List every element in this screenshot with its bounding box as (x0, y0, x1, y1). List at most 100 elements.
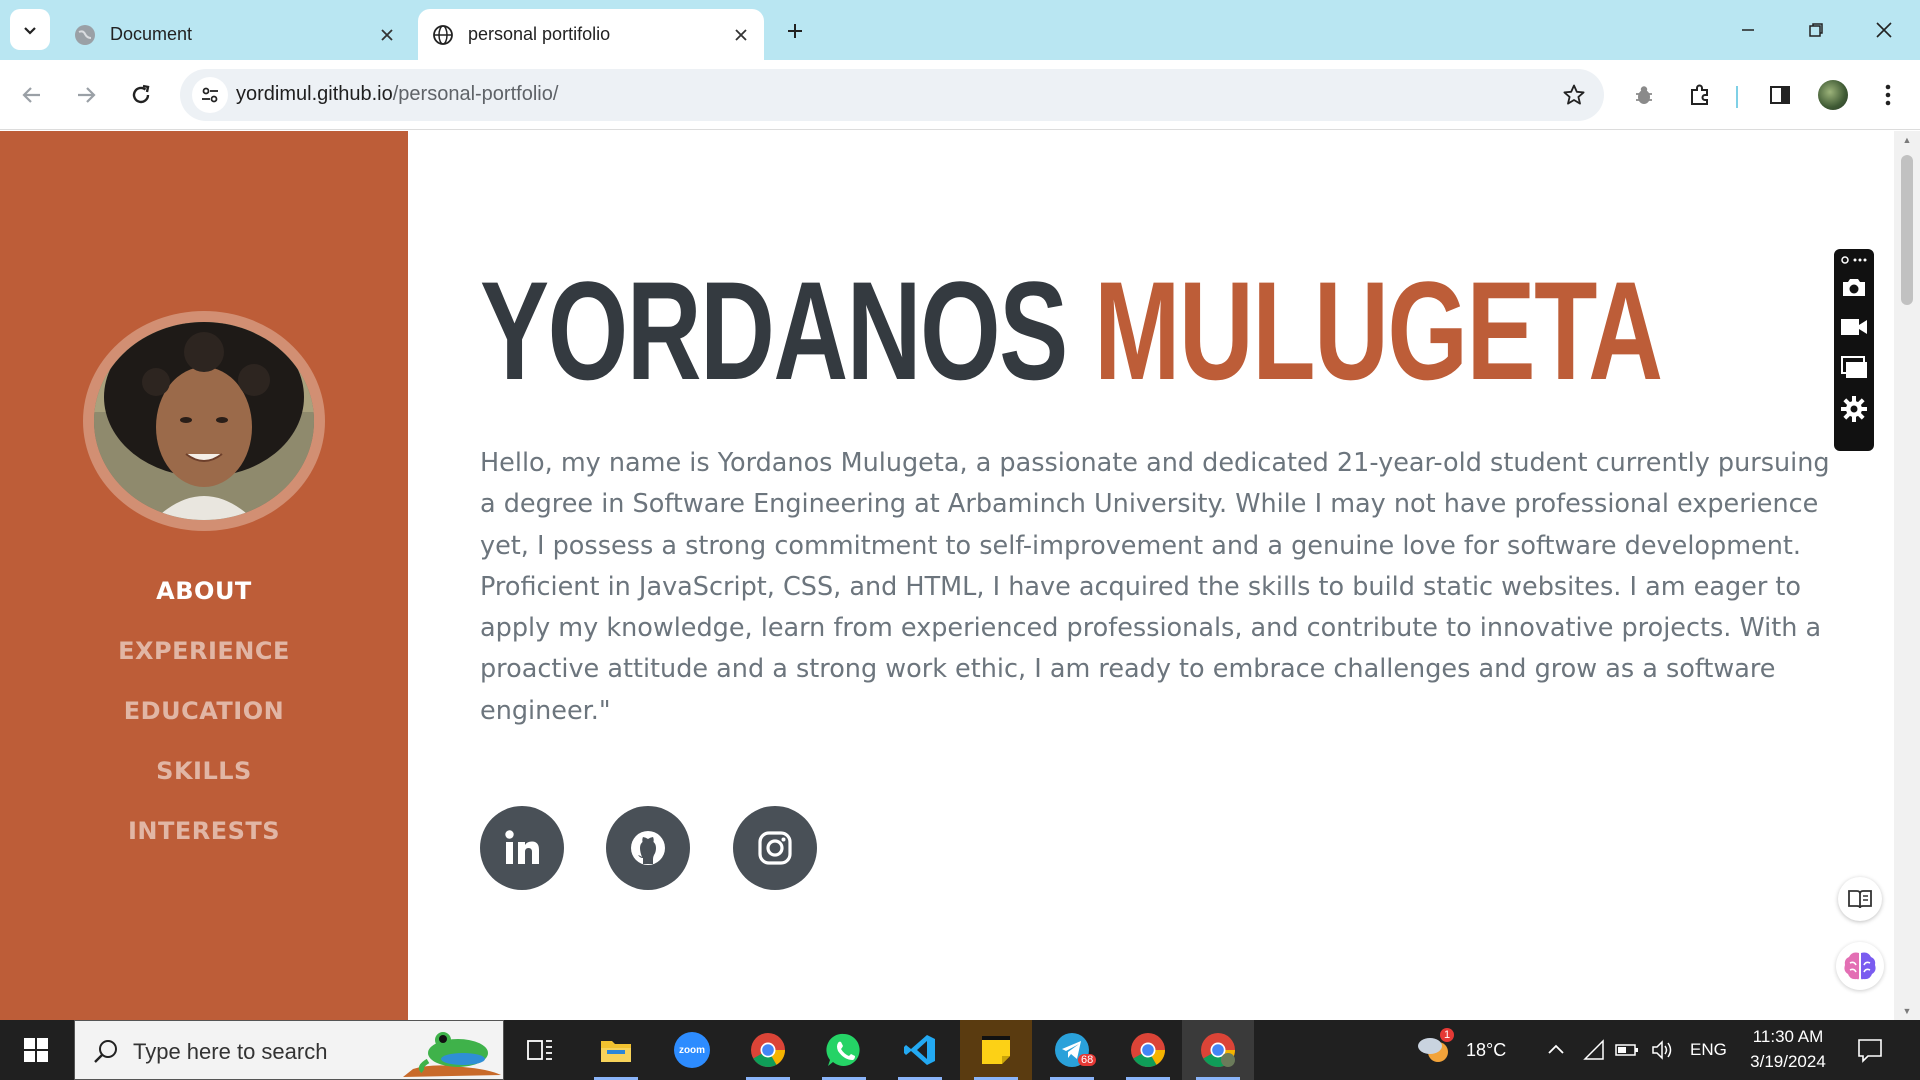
forward-button[interactable] (66, 75, 106, 115)
restore-button[interactable] (1782, 0, 1850, 60)
toolbar-separator (1736, 86, 1738, 108)
task-view-button[interactable] (504, 1020, 576, 1080)
nav-item-skills[interactable]: SKILLS (0, 741, 408, 801)
scrollbar-thumb[interactable] (1901, 155, 1913, 305)
telegram-button[interactable]: 68 (1036, 1020, 1108, 1080)
tab-title: personal portifolio (468, 24, 611, 44)
side-panel-button[interactable] (1760, 75, 1800, 115)
vscode-icon (904, 1035, 935, 1065)
first-name: YORDANOS (480, 252, 1068, 409)
zoom-button[interactable]: zoom (656, 1020, 728, 1080)
chrome-icon (751, 1033, 785, 1067)
book-icon (1848, 890, 1872, 909)
weather-widget[interactable]: 1 18°C (1410, 1028, 1520, 1072)
github-icon (631, 831, 665, 865)
input-language[interactable]: ENG (1690, 1040, 1727, 1060)
sidebar: ABOUT EXPERIENCE EDUCATION SKILLS INTERE… (0, 131, 408, 1020)
capture-extension-panel (1834, 249, 1874, 451)
clock[interactable]: 11:30 AM 3/19/2024 (1744, 1024, 1832, 1076)
notification-icon (1858, 1039, 1882, 1063)
scroll-down-arrow-icon[interactable]: ▼ (1901, 1005, 1913, 1017)
restore-icon (1809, 23, 1823, 37)
address-bar[interactable]: yordimul.github.io/personal-portfolio/ (180, 69, 1604, 121)
close-tab-icon[interactable] (726, 20, 756, 50)
ai-assistant-button[interactable] (1836, 942, 1884, 990)
page-scrollbar[interactable]: ▲ ▼ (1894, 131, 1920, 1020)
chrome-button-2[interactable] (1112, 1020, 1184, 1080)
battery-icon[interactable] (1614, 1038, 1640, 1062)
chrome-profile-button[interactable] (1182, 1020, 1254, 1080)
site-info-button[interactable] (192, 77, 228, 113)
nav-item-interests[interactable]: INTERESTS (0, 801, 408, 861)
sticky-notes-icon (982, 1036, 1010, 1064)
profile-photo-frame (83, 311, 325, 531)
new-tab-button[interactable] (780, 16, 810, 46)
search-placeholder: Type here to search (133, 1039, 328, 1064)
back-button[interactable] (12, 75, 52, 115)
network-icon[interactable] (1582, 1038, 1606, 1062)
bug-icon (1636, 86, 1652, 104)
github-button[interactable] (606, 806, 690, 890)
instagram-button[interactable] (733, 806, 817, 890)
kebab-menu-icon (1885, 84, 1891, 106)
web-page: ABOUT EXPERIENCE EDUCATION SKILLS INTERE… (0, 131, 1920, 1020)
task-view-icon (527, 1040, 552, 1060)
windows-logo-icon (24, 1038, 48, 1062)
settings-gear-icon[interactable] (1840, 395, 1868, 423)
file-explorer-button[interactable] (580, 1020, 652, 1080)
url-domain: yordimul.github.io (236, 83, 393, 105)
show-hidden-icons-button[interactable] (1544, 1038, 1568, 1062)
nav-item-education[interactable]: EDUCATION (0, 681, 408, 741)
tab-title: Document (110, 24, 193, 44)
extensions-button[interactable] (1680, 75, 1720, 115)
plus-icon (788, 24, 802, 38)
close-window-button[interactable] (1850, 0, 1918, 60)
url-text[interactable]: yordimul.github.io/personal-portfolio/ (236, 83, 558, 106)
volume-icon[interactable] (1650, 1038, 1676, 1062)
scroll-up-arrow-icon[interactable]: ▲ (1901, 134, 1913, 146)
nav-item-about[interactable]: ABOUT (0, 561, 408, 621)
linkedin-button[interactable] (480, 806, 564, 890)
puzzle-icon (1691, 84, 1708, 105)
star-icon (1563, 84, 1585, 105)
tab-search-button[interactable] (10, 9, 50, 50)
reader-mode-button[interactable] (1838, 877, 1882, 921)
side-panel-icon (1770, 86, 1790, 104)
chevron-down-icon (24, 26, 36, 35)
whatsapp-button[interactable] (808, 1020, 880, 1080)
nav-item-experience[interactable]: EXPERIENCE (0, 621, 408, 681)
search-icon (94, 1040, 117, 1063)
arrow-right-icon (78, 87, 96, 103)
windows-taskbar: Type here to search zoom 68 1 18°C ENG 1… (0, 1020, 1920, 1080)
zoom-icon: zoom (674, 1032, 710, 1068)
last-name: MULUGETA (1094, 252, 1663, 409)
minimize-button[interactable] (1714, 0, 1782, 60)
profile-avatar[interactable] (1818, 80, 1848, 110)
start-button[interactable] (0, 1020, 72, 1080)
bookmark-star-button[interactable] (1560, 81, 1588, 109)
globe-icon (432, 24, 454, 46)
taskbar-search-box[interactable]: Type here to search (74, 1020, 504, 1080)
extension-menu-icon[interactable] (1840, 251, 1868, 269)
reload-button[interactable] (121, 75, 161, 115)
chrome-button[interactable] (732, 1020, 804, 1080)
screen-window-icon[interactable] (1840, 353, 1868, 381)
tab-document[interactable]: Document (60, 9, 410, 60)
frog-illustration-icon (403, 1032, 501, 1077)
telegram-badge: 68 (1078, 1054, 1097, 1066)
close-icon (1876, 22, 1892, 38)
reload-icon (132, 84, 150, 104)
sticky-notes-button[interactable] (960, 1020, 1032, 1080)
file-explorer-icon (601, 1041, 631, 1062)
notification-center-button[interactable] (1856, 1036, 1886, 1064)
browser-menu-button[interactable] (1868, 75, 1908, 115)
vscode-button[interactable] (884, 1020, 956, 1080)
bug-extension-button[interactable] (1624, 75, 1664, 115)
chrome-icon (1131, 1033, 1165, 1067)
video-camera-icon[interactable] (1840, 313, 1868, 341)
chevron-up-icon (1548, 1044, 1564, 1054)
tab-personal-portfolio[interactable]: personal portifolio (418, 9, 764, 60)
camera-icon[interactable] (1840, 273, 1868, 301)
close-tab-icon[interactable] (372, 20, 402, 50)
tune-icon (202, 87, 218, 103)
